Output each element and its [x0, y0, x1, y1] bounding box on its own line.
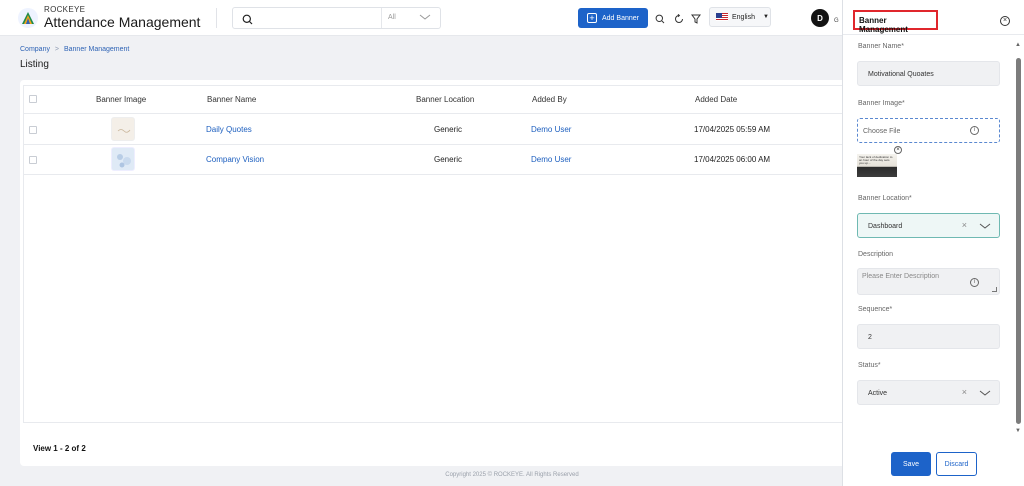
banner-thumbnail	[111, 117, 135, 141]
scrollbar-thumb[interactable]	[1016, 58, 1021, 424]
added-date: 17/04/2025 05:59 AM	[694, 125, 771, 134]
banner-name-value: Motivational Quoates	[868, 71, 934, 78]
status-select[interactable]: Active ×	[857, 380, 1000, 405]
breadcrumb-company[interactable]: Company	[20, 46, 50, 53]
description-label: Description	[858, 251, 894, 258]
column-added-date: Added Date	[695, 95, 738, 104]
banner-location: Generic	[434, 155, 463, 164]
filter-icon[interactable]	[691, 11, 701, 29]
column-banner-location: Banner Location	[416, 95, 475, 104]
drawer-title: Banner Management	[853, 10, 938, 34]
table-row[interactable]: Daily Quotes Generic Demo User 17/04/202…	[24, 115, 844, 145]
remove-image-icon[interactable]: ×	[894, 146, 902, 154]
resize-handle-icon[interactable]	[992, 287, 997, 292]
choose-file-field[interactable]: Choose File i	[857, 118, 1000, 143]
breadcrumb-separator-icon: >	[54, 46, 60, 53]
refresh-icon[interactable]	[674, 11, 684, 29]
chevron-down-icon[interactable]	[979, 222, 991, 232]
banner-location-label: Banner Location*	[858, 195, 912, 202]
column-banner-image: Banner Image	[96, 95, 147, 104]
info-icon: i	[970, 278, 979, 287]
rockeye-logo-icon[interactable]	[18, 8, 38, 28]
column-banner-name: Banner Name	[207, 95, 257, 104]
clear-icon[interactable]: ×	[962, 387, 967, 397]
column-added-by: Added By	[532, 95, 567, 104]
row-checkbox[interactable]	[29, 126, 37, 134]
sequence-field[interactable]: 2	[857, 324, 1000, 349]
user-name-fragment: G	[834, 18, 839, 24]
save-button[interactable]: Save	[891, 452, 931, 476]
search-icon	[242, 12, 253, 30]
added-by-link[interactable]: Demo User	[531, 125, 571, 134]
listing-card: Banner Image Banner Name Banner Location…	[20, 80, 855, 466]
sequence-value: 2	[868, 334, 872, 341]
description-textarea[interactable]: Please Enter Description i	[857, 268, 1000, 295]
brand-small: ROCKEYE	[44, 5, 86, 14]
header-divider	[216, 8, 217, 28]
page-title: Listing	[20, 59, 49, 70]
added-by-link[interactable]: Demo User	[531, 155, 571, 164]
status-value: Active	[868, 390, 888, 397]
scroll-down-icon[interactable]: ▼	[1015, 428, 1021, 434]
clear-icon[interactable]: ×	[962, 220, 967, 230]
preview-text: Your lack of dedication to an hour of th…	[859, 155, 893, 165]
banner-image-label: Banner Image*	[858, 100, 905, 107]
avatar[interactable]: D	[811, 9, 829, 27]
sequence-label: Sequence*	[858, 306, 893, 313]
drawer-divider	[843, 34, 1024, 35]
banner-management-drawer: Banner Management × Banner Name* Motivat…	[842, 0, 1024, 486]
search-icon[interactable]	[655, 11, 665, 29]
us-flag-icon	[716, 13, 728, 21]
select-all-checkbox[interactable]	[29, 95, 37, 103]
choose-file-label: Choose File	[863, 128, 901, 135]
chevron-down-icon	[419, 13, 431, 23]
add-banner-label: Add Banner	[602, 14, 639, 22]
banner-name-link[interactable]: Daily Quotes	[206, 125, 252, 134]
caret-down-icon: ▼	[762, 14, 769, 20]
drawer-scrollbar[interactable]: ▲ ▼	[1014, 42, 1022, 437]
close-icon[interactable]: ×	[1000, 16, 1010, 26]
banner-location: Generic	[434, 125, 463, 134]
banner-name-label: Banner Name*	[858, 43, 904, 50]
info-icon: i	[970, 126, 979, 135]
added-date: 17/04/2025 06:00 AM	[694, 155, 771, 164]
scroll-up-icon[interactable]: ▲	[1015, 42, 1021, 48]
discard-button[interactable]: Discard	[936, 452, 977, 476]
banner-name-link[interactable]: Company Vision	[206, 155, 264, 164]
search-scope-value: All	[388, 14, 396, 21]
status-label: Status*	[858, 362, 881, 369]
breadcrumb-current[interactable]: Banner Management	[64, 46, 129, 53]
breadcrumb: Company > Banner Management	[20, 46, 129, 53]
table-header: Banner Image Banner Name Banner Location…	[24, 86, 844, 114]
brand-title: Attendance Management	[44, 14, 201, 30]
row-checkbox[interactable]	[29, 156, 37, 164]
banner-name-field[interactable]: Motivational Quoates	[857, 61, 1000, 86]
banner-image-preview: Your lack of dedication to an hour of th…	[857, 154, 897, 177]
table-row[interactable]: Company Vision Generic Demo User 17/04/2…	[24, 145, 844, 175]
search-input[interactable]: All	[232, 7, 441, 29]
description-placeholder: Please Enter Description	[862, 273, 940, 280]
pagination-summary: View 1 - 2 of 2	[33, 444, 86, 453]
banner-thumbnail	[111, 147, 135, 171]
plus-icon: +	[587, 13, 597, 23]
banner-table: Banner Image Banner Name Banner Location…	[23, 85, 844, 423]
banner-location-value: Dashboard	[868, 223, 903, 230]
search-scope-select[interactable]: All	[381, 8, 441, 28]
add-banner-button[interactable]: + Add Banner	[578, 8, 648, 28]
banner-location-select[interactable]: Dashboard ×	[857, 213, 1000, 238]
language-value: English	[732, 13, 755, 21]
chevron-down-icon[interactable]	[979, 389, 991, 399]
language-select[interactable]: English ▼	[709, 7, 771, 27]
